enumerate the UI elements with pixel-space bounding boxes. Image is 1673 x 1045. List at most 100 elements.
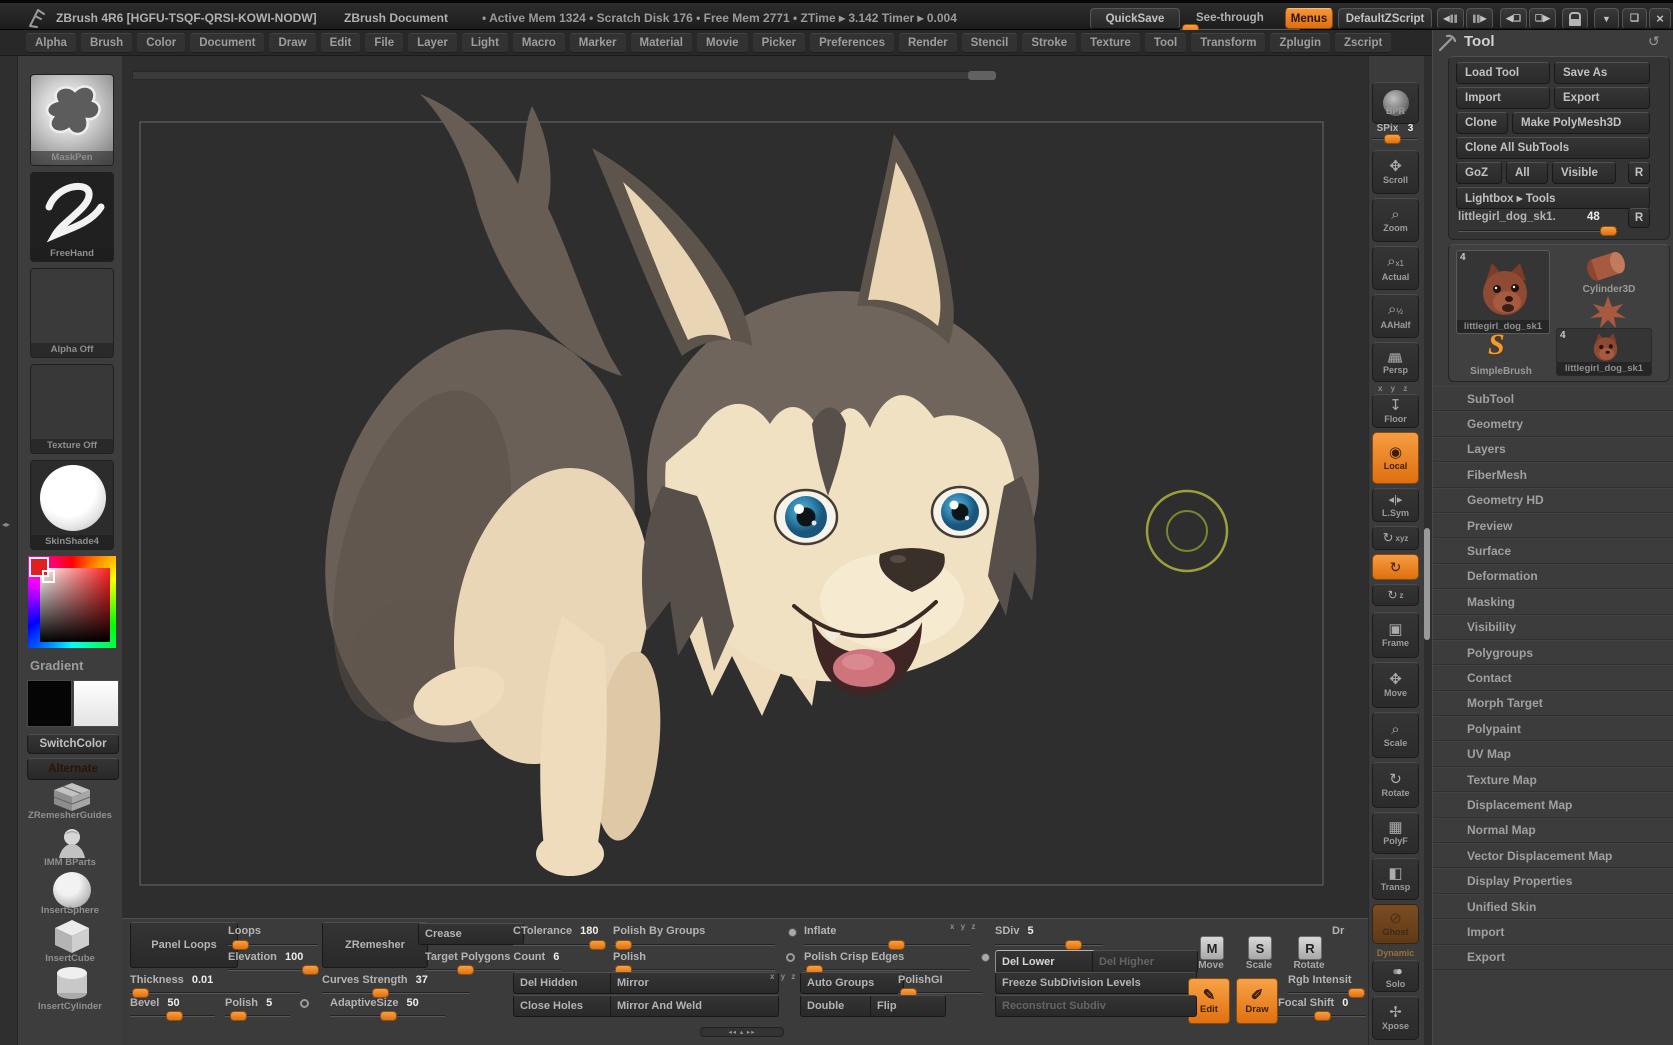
- inflate-axis-hint[interactable]: x y z: [950, 922, 977, 931]
- menu-item-zplugin[interactable]: Zplugin: [1270, 33, 1330, 53]
- menu-item-zscript[interactable]: Zscript: [1335, 33, 1391, 53]
- menu-item-file[interactable]: File: [365, 33, 403, 53]
- section-geometry-hd[interactable]: Geometry HD: [1433, 488, 1673, 513]
- polish-label[interactable]: Polish: [613, 951, 646, 963]
- section-export[interactable]: Export: [1433, 945, 1673, 970]
- floor-button[interactable]: ↧ Floor: [1372, 394, 1419, 428]
- focal-shift-label-cut[interactable]: Focal Shift 0: [1278, 997, 1348, 1009]
- polishgi-label[interactable]: PolishGI: [898, 974, 943, 986]
- menu-item-alpha[interactable]: Alpha: [26, 33, 76, 53]
- zremesher-button[interactable]: ZRemesher: [322, 922, 428, 968]
- polish-by-groups-track[interactable]: [613, 944, 775, 946]
- polymesh3d-star-icon[interactable]: [1590, 296, 1626, 328]
- section-polypaint[interactable]: Polypaint: [1433, 716, 1673, 741]
- reconstruct-subdiv-button[interactable]: Reconstruct Subdiv: [995, 995, 1197, 1017]
- ctolerance-track[interactable]: [513, 944, 605, 946]
- main-color-swatch[interactable]: [27, 680, 72, 727]
- auto-groups-button[interactable]: Auto Groups: [800, 972, 904, 994]
- close-holes-button[interactable]: Close Holes: [513, 995, 617, 1017]
- elevation-label[interactable]: Elevation 100: [228, 951, 303, 963]
- section-morph-target[interactable]: Morph Target: [1433, 691, 1673, 716]
- loops-track[interactable]: [228, 944, 318, 946]
- current-material-thumbnail[interactable]: SkinShade4: [30, 460, 114, 550]
- active-tool-slider[interactable]: [1458, 230, 1618, 232]
- model-husky-puppy[interactable]: [281, 94, 1039, 876]
- menu-item-macro[interactable]: Macro: [513, 33, 565, 53]
- polish-crisp-label[interactable]: Polish Crisp Edges: [804, 951, 904, 963]
- palette-move-left-icon[interactable]: ◀❏: [1500, 8, 1527, 29]
- insert-cube-icon[interactable]: [53, 918, 91, 954]
- rotate-xyz-button[interactable]: ↻ xyz: [1372, 526, 1419, 550]
- actual-button[interactable]: ⌕x1 Actual: [1372, 246, 1419, 290]
- simplebrush-label[interactable]: SimpleBrush: [1448, 366, 1554, 377]
- secondary-color-swatch[interactable]: [73, 680, 119, 727]
- tray-shrink-left-icon[interactable]: ◀∥∥: [1437, 8, 1464, 29]
- freeze-subdivision-button[interactable]: Freeze SubDivision Levels: [995, 972, 1197, 994]
- menu-item-material[interactable]: Material: [631, 33, 692, 53]
- palette-move-right-icon[interactable]: ❏▶: [1529, 8, 1556, 29]
- focal-shift-knob[interactable]: [1314, 1011, 1331, 1021]
- thickness-label[interactable]: Thickness 0.01: [130, 974, 213, 986]
- section-uv-map[interactable]: UV Map: [1433, 741, 1673, 766]
- section-visibility[interactable]: Visibility: [1433, 615, 1673, 640]
- rgb-intensity-label-cut[interactable]: Rgb Intensit: [1288, 974, 1352, 986]
- menu-item-document[interactable]: Document: [190, 33, 264, 53]
- menu-item-layer[interactable]: Layer: [408, 33, 457, 53]
- menu-item-movie[interactable]: Movie: [697, 33, 748, 53]
- section-contact[interactable]: Contact: [1433, 665, 1673, 690]
- elevation-track[interactable]: [228, 969, 318, 971]
- polish-by-groups-label[interactable]: Polish By Groups: [613, 925, 705, 937]
- loops-knob[interactable]: [232, 940, 249, 950]
- bottom-tray-handle-icon[interactable]: ◂◂ ▴ ▸▸: [700, 1027, 784, 1037]
- make-polymesh3d-button[interactable]: Make PolyMesh3D: [1512, 112, 1650, 134]
- section-geometry[interactable]: Geometry: [1433, 411, 1673, 436]
- aahalf-button[interactable]: ⌕½ AAHalf: [1372, 294, 1419, 338]
- panel-loops-button[interactable]: Panel Loops: [130, 922, 238, 968]
- bevel-knob[interactable]: [166, 1011, 183, 1021]
- frame-button[interactable]: ▣ Frame: [1372, 612, 1419, 658]
- adaptive-radio[interactable]: [300, 999, 309, 1008]
- rotate-icon[interactable]: R: [1298, 936, 1322, 960]
- draw-size-label-cut[interactable]: Dr: [1332, 925, 1344, 937]
- alternate-button[interactable]: Alternate: [27, 758, 119, 780]
- section-display-properties[interactable]: Display Properties: [1433, 868, 1673, 893]
- menu-item-picker[interactable]: Picker: [753, 33, 806, 53]
- current-brush-thumbnail[interactable]: MaskPen: [30, 74, 114, 166]
- loops-label[interactable]: Loops: [228, 925, 261, 937]
- elevation-knob[interactable]: [302, 965, 319, 975]
- section-unified-skin[interactable]: Unified Skin: [1433, 894, 1673, 919]
- section-surface[interactable]: Surface: [1433, 538, 1673, 563]
- move-gizmo-button[interactable]: ✥ Move: [1372, 662, 1419, 708]
- focal-shift-track[interactable]: [1278, 1015, 1366, 1017]
- cylinder3d-label[interactable]: Cylinder3D: [1554, 284, 1664, 295]
- floor-axis-hint[interactable]: x y z: [1378, 384, 1410, 393]
- del-hidden-button[interactable]: Del Hidden: [513, 972, 617, 994]
- clone-button[interactable]: Clone: [1456, 112, 1508, 134]
- section-subtool[interactable]: SubTool: [1433, 386, 1673, 411]
- section-import[interactable]: Import: [1433, 919, 1673, 944]
- tool-palette-icon[interactable]: [1438, 34, 1456, 52]
- zremesher-guides-icon[interactable]: [52, 782, 92, 812]
- scale-icon[interactable]: S: [1248, 936, 1272, 960]
- cylinder3d-icon[interactable]: [1584, 250, 1630, 282]
- import-button[interactable]: Import: [1456, 87, 1550, 109]
- sdiv-track[interactable]: [995, 944, 1103, 946]
- current-stroke-thumbnail[interactable]: FreeHand: [30, 172, 114, 262]
- adaptive-size-knob[interactable]: [380, 1011, 397, 1021]
- simplebrush-s-icon[interactable]: S: [1488, 328, 1505, 362]
- switch-color-button[interactable]: SwitchColor: [27, 734, 119, 754]
- minimize-icon[interactable]: ▼: [1594, 8, 1619, 29]
- mirror-button[interactable]: Mirror: [610, 972, 779, 994]
- menu-item-color[interactable]: Color: [137, 33, 185, 53]
- gradient-label[interactable]: Gradient: [30, 658, 83, 673]
- polyframe-button[interactable]: ▦ PolyF: [1372, 812, 1419, 854]
- menu-item-brush[interactable]: Brush: [81, 33, 132, 53]
- export-button[interactable]: Export: [1554, 87, 1650, 109]
- goz-button[interactable]: GoZ: [1456, 162, 1502, 184]
- restore-icon[interactable]: ❏: [1622, 8, 1647, 29]
- flip-button[interactable]: Flip: [870, 995, 946, 1017]
- insert-cylinder-icon[interactable]: [54, 966, 90, 1000]
- polish-by-groups-knob[interactable]: [615, 940, 632, 950]
- target-polygons-label[interactable]: Target Polygons Count 6: [425, 951, 559, 963]
- left-tray-strip[interactable]: [0, 56, 18, 1045]
